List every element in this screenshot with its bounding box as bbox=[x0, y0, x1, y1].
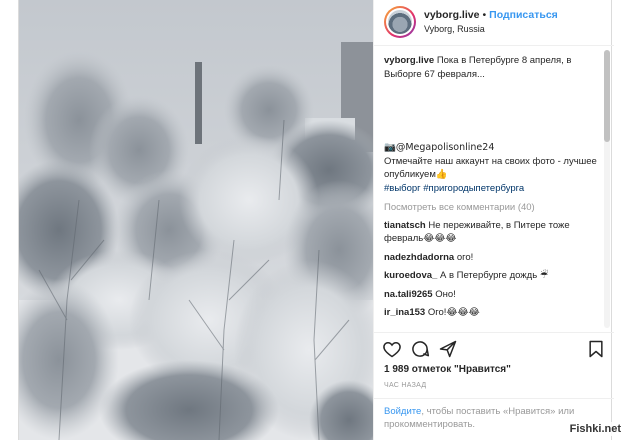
comment-item: kuroedova_ А в Петербурге дождь ☔ bbox=[384, 269, 600, 283]
post-header: vyborg.live • Подписаться Vyborg, Russia bbox=[374, 0, 614, 46]
caption-body: Отмечайте наш аккаунт на своих фото - лу… bbox=[384, 155, 597, 181]
comments-scrollbar[interactable] bbox=[604, 50, 610, 328]
avatar[interactable] bbox=[384, 6, 416, 38]
snowy-landscape-image bbox=[19, 0, 373, 440]
comment-item: tianatsch Не переживайте, в Питере тоже … bbox=[384, 219, 600, 246]
follow-button[interactable]: Подписаться bbox=[489, 9, 558, 21]
heart-icon[interactable] bbox=[382, 339, 402, 359]
comment-username[interactable]: kuroedova_ bbox=[384, 270, 437, 281]
caption-hashtags[interactable]: #выборг #пригородыпетербурга bbox=[384, 182, 600, 196]
comment-text: ого! bbox=[456, 251, 474, 263]
action-bar bbox=[374, 332, 614, 362]
comment-item: na.tali9265 Оно! bbox=[384, 288, 600, 302]
location-link[interactable]: Vyborg, Russia bbox=[424, 24, 485, 34]
comments-list: vyborg.live Пока в Петербурге 8 апреля, … bbox=[384, 54, 600, 330]
watermark: Fishki.net bbox=[566, 422, 624, 436]
comment-text: А в Петербурге дождь ☔ bbox=[439, 270, 549, 281]
scrollbar-thumb[interactable] bbox=[604, 50, 610, 142]
caption-mention: 📷@Megapolisonline24 bbox=[384, 141, 600, 155]
comment-text: Оно! bbox=[435, 288, 456, 300]
likes-count[interactable]: 1 989 отметок "Нравится" bbox=[384, 364, 511, 375]
caption: vyborg.live Пока в Петербурге 8 апреля, … bbox=[384, 54, 600, 81]
comment-item: ir_ina153 Ого!😂😂😂 bbox=[384, 306, 600, 320]
post-timestamp: ЧАС НАЗАД bbox=[384, 382, 427, 389]
header-user-row: vyborg.live • Подписаться bbox=[424, 9, 558, 21]
comment-username[interactable]: ir_ina153 bbox=[384, 307, 425, 318]
view-all-comments-link[interactable]: Посмотреть все комментарии (40) bbox=[384, 201, 600, 215]
username-link[interactable]: vyborg.live bbox=[424, 9, 479, 21]
comment-icon[interactable] bbox=[410, 339, 430, 359]
comment-username[interactable]: na.tali9265 bbox=[384, 289, 433, 300]
caption-username[interactable]: vyborg.live bbox=[384, 55, 434, 66]
instagram-post: vyborg.live • Подписаться Vyborg, Russia v… bbox=[18, 0, 614, 440]
post-photo[interactable] bbox=[19, 0, 373, 440]
comment-item: nadezhdadorna ого! bbox=[384, 251, 600, 265]
caption-mention-text[interactable]: 📷@Megapolisonline24 bbox=[384, 142, 494, 153]
login-link[interactable]: Войдите bbox=[384, 406, 421, 417]
comment-text: Ого!😂😂😂 bbox=[427, 307, 480, 318]
comment-username[interactable]: nadezhdadorna bbox=[384, 252, 454, 263]
post-sidebar: vyborg.live • Подписаться Vyborg, Russia v… bbox=[373, 0, 614, 440]
share-icon[interactable] bbox=[438, 339, 458, 359]
screenshot-frame: vyborg.live • Подписаться Vyborg, Russia v… bbox=[0, 0, 630, 440]
comment-username[interactable]: tianatsch bbox=[384, 220, 426, 231]
bookmark-icon[interactable] bbox=[586, 339, 606, 359]
separator-dot: • bbox=[482, 9, 487, 21]
